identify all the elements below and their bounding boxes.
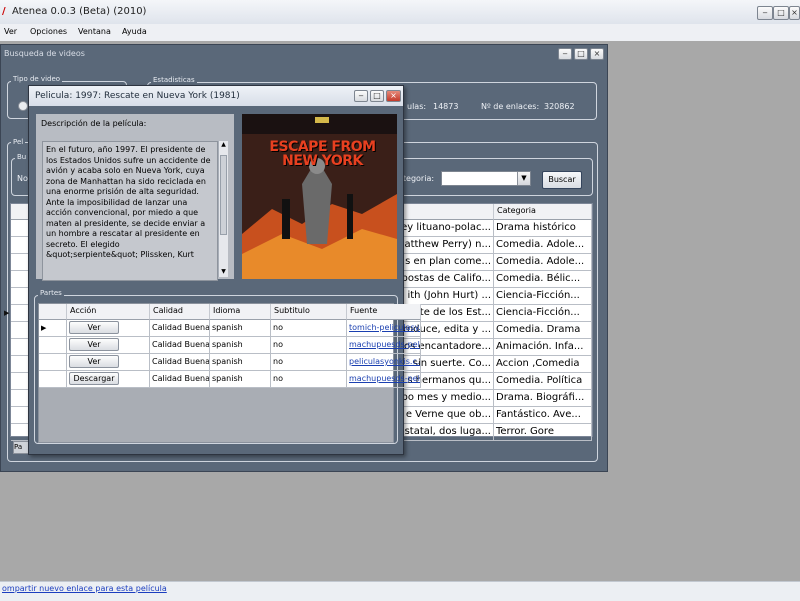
grid-row-categoria[interactable]: Accion ,Comedia bbox=[494, 356, 592, 373]
peliculas-group-label: Pel bbox=[11, 138, 26, 146]
partes-header-subtitulo: Subtitulo bbox=[271, 304, 347, 320]
partes-cell-subtitulo: no bbox=[271, 337, 347, 354]
partes-cell-idioma: spanish bbox=[210, 371, 271, 388]
description-text[interactable]: En el futuro, año 1997. El presidente de… bbox=[42, 141, 218, 281]
partes-action-cell: Ver bbox=[67, 337, 150, 354]
partes-row-selector[interactable]: ▶ bbox=[39, 320, 67, 337]
partes-label: Partes bbox=[38, 289, 64, 297]
peliculas-count: 14873 bbox=[433, 102, 459, 111]
ver-button[interactable]: Ver bbox=[69, 338, 119, 351]
busqueda-group-label: Bu bbox=[15, 153, 29, 161]
nombre-label: No bbox=[17, 174, 28, 183]
partes-action-cell: Ver bbox=[67, 320, 150, 337]
movie-dialog-title: Pelicula: 1997: Rescate en Nueva York (1… bbox=[35, 91, 240, 101]
close-icon[interactable]: × bbox=[590, 48, 604, 60]
close-icon[interactable]: × bbox=[789, 6, 800, 20]
partes-action-cell: Descargar bbox=[67, 371, 150, 388]
menu-bar: Ver Opciones Ventana Ayuda bbox=[0, 24, 800, 42]
menu-ventana[interactable]: Ventana bbox=[78, 27, 111, 36]
grid-row-categoria[interactable]: Terror. Gore bbox=[494, 424, 592, 441]
close-icon[interactable]: × bbox=[386, 90, 401, 102]
partes-cell-fuente[interactable]: peliculasyonkis.c... bbox=[347, 354, 421, 371]
partes-cell-calidad: Calidad Buena bbox=[150, 371, 210, 388]
buscar-button[interactable]: Buscar bbox=[542, 171, 582, 189]
partes-cell-subtitulo: no bbox=[271, 354, 347, 371]
scroll-thumb[interactable] bbox=[220, 155, 227, 235]
partes-cell-subtitulo: no bbox=[271, 371, 347, 388]
maximize-icon[interactable]: □ bbox=[370, 90, 384, 102]
partes-cell-fuente[interactable]: machupuesds-pel... bbox=[347, 371, 421, 388]
poster-title: ESCAPE FROM NEW YORK bbox=[269, 139, 376, 169]
peliculas-label: ulas: bbox=[407, 102, 427, 111]
categoria-select[interactable]: ▼ bbox=[441, 171, 531, 186]
partes-cell-idioma: spanish bbox=[210, 354, 271, 371]
row-selector-icon: ▶ bbox=[4, 309, 10, 317]
menu-ayuda[interactable]: Ayuda bbox=[122, 27, 147, 36]
grid-row-categoria[interactable]: Drama histórico bbox=[494, 220, 592, 237]
movie-dialog: Pelicula: 1997: Rescate en Nueva York (1… bbox=[28, 85, 421, 455]
partes-cell-idioma: spanish bbox=[210, 320, 271, 337]
radio-button[interactable] bbox=[18, 101, 28, 111]
menu-opciones[interactable]: Opciones bbox=[30, 27, 67, 36]
grid-row-categoria[interactable]: Ciencia-Ficción... bbox=[494, 288, 592, 305]
minimize-icon[interactable]: ‒ bbox=[757, 6, 773, 20]
partes-cell-fuente[interactable]: tomich-peliculasy... bbox=[347, 320, 421, 337]
grid-row-categoria[interactable]: Fantástico. Ave... bbox=[494, 407, 592, 424]
partes-row-selector[interactable] bbox=[39, 337, 67, 354]
minimize-icon[interactable]: ‒ bbox=[558, 48, 572, 60]
description-scrollbar[interactable]: ▲ ▼ bbox=[218, 141, 228, 277]
description-panel: Descripción de la película: En el futuro… bbox=[36, 114, 234, 281]
pager-fragment[interactable]: Pa bbox=[13, 441, 29, 454]
partes-cell-idioma: spanish bbox=[210, 337, 271, 354]
partes-header-fuente: Fuente bbox=[347, 304, 421, 320]
partes-header-selector bbox=[39, 304, 67, 320]
partes-grid[interactable]: Acción Calidad Idioma Subtitulo Fuente ▶ Ver C… bbox=[38, 303, 421, 388]
partes-cell-calidad: Calidad Buena bbox=[150, 320, 210, 337]
share-link[interactable]: ompartir nuevo enlace para esta película bbox=[2, 584, 167, 593]
movie-poster: ESCAPE FROM NEW YORK bbox=[242, 114, 397, 279]
grid-row-categoria[interactable]: Comedia. Adole... bbox=[494, 237, 592, 254]
app-title-bar: / Atenea 0.0.3 (Beta) (2010) ‒ □ × bbox=[0, 0, 800, 25]
partes-cell-calidad: Calidad Buena bbox=[150, 337, 210, 354]
partes-empty-area bbox=[38, 388, 394, 443]
partes-header-idioma: Idioma bbox=[210, 304, 271, 320]
ver-button[interactable]: Ver bbox=[69, 321, 119, 334]
grid-row-categoria[interactable]: Drama. Biográfi... bbox=[494, 390, 592, 407]
partes-row-selector[interactable] bbox=[39, 354, 67, 371]
grid-row-categoria[interactable]: Comedia. Bélic... bbox=[494, 271, 592, 288]
maximize-icon[interactable]: □ bbox=[773, 6, 789, 20]
maximize-icon[interactable]: □ bbox=[574, 48, 588, 60]
enlaces-count: 320862 bbox=[544, 102, 575, 111]
atenea-icon: / bbox=[2, 6, 6, 17]
search-window-title: Busqueda de videos bbox=[4, 49, 85, 58]
partes-header-acción: Acción bbox=[67, 304, 150, 320]
enlaces-label: Nº de enlaces: bbox=[481, 102, 540, 111]
menu-ver[interactable]: Ver bbox=[4, 27, 17, 36]
app-title: Atenea 0.0.3 (Beta) (2010) bbox=[12, 6, 147, 17]
grid-row-categoria[interactable]: Comedia. Política bbox=[494, 373, 592, 390]
movie-dialog-titlebar: Pelicula: 1997: Rescate en Nueva York (1… bbox=[29, 86, 403, 106]
partes-cell-calidad: Calidad Buena bbox=[150, 354, 210, 371]
scroll-down-icon[interactable]: ▼ bbox=[219, 268, 228, 277]
description-label: Descripción de la película: bbox=[41, 119, 147, 128]
minimize-icon[interactable]: ‒ bbox=[354, 90, 368, 102]
grid-row-categoria[interactable]: Comedia. Drama bbox=[494, 322, 592, 339]
descargar-button[interactable]: Descargar bbox=[69, 372, 119, 385]
grid-header-categoria: Categoria bbox=[494, 204, 592, 220]
scroll-up-icon[interactable]: ▲ bbox=[219, 141, 228, 150]
chevron-down-icon[interactable]: ▼ bbox=[517, 172, 530, 185]
estadisticas-label: Estadisticas bbox=[151, 76, 197, 84]
tipo-video-label: Tipo de video bbox=[11, 75, 63, 83]
partes-cell-subtitulo: no bbox=[271, 320, 347, 337]
partes-cell-fuente[interactable]: machupuesds-pel... bbox=[347, 337, 421, 354]
partes-header-calidad: Calidad bbox=[150, 304, 210, 320]
grid-row-categoria[interactable]: Comedia. Adole... bbox=[494, 254, 592, 271]
grid-row-categoria[interactable]: Animación. Infa... bbox=[494, 339, 592, 356]
grid-row-categoria[interactable]: Ciencia-Ficción... bbox=[494, 305, 592, 322]
partes-action-cell: Ver bbox=[67, 354, 150, 371]
partes-row-selector[interactable] bbox=[39, 371, 67, 388]
ver-button[interactable]: Ver bbox=[69, 355, 119, 368]
